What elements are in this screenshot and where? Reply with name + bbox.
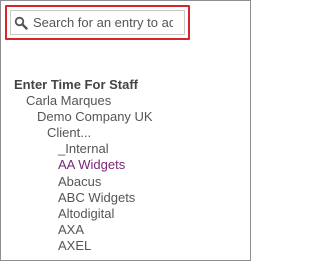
search-input[interactable] [33, 15, 173, 30]
tree-item-client-group[interactable]: Client... [14, 125, 250, 141]
tree-heading: Enter Time For Staff [14, 77, 139, 92]
tree-item-client[interactable]: AXA [14, 222, 250, 238]
search-icon [13, 15, 29, 31]
tree-item-client[interactable]: Altodigital [14, 206, 250, 222]
tree-item-client[interactable]: AXEL [14, 238, 250, 254]
tree-item-client-selected[interactable]: AA Widgets [14, 157, 250, 173]
tree-item-client[interactable]: ABC Widgets [14, 190, 250, 206]
tree-item-client[interactable]: Abacus [14, 174, 250, 190]
tree-item-client[interactable]: _Internal [14, 141, 250, 157]
tree-item-staff[interactable]: Carla Marques [14, 93, 250, 109]
tree-item-company[interactable]: Demo Company UK [14, 109, 250, 125]
search-box[interactable] [10, 10, 185, 35]
search-highlight-box [5, 5, 190, 40]
entry-tree: Enter Time For Staff Carla Marques Demo … [14, 77, 250, 254]
add-entry-panel: Enter Time For Staff Carla Marques Demo … [0, 0, 251, 261]
